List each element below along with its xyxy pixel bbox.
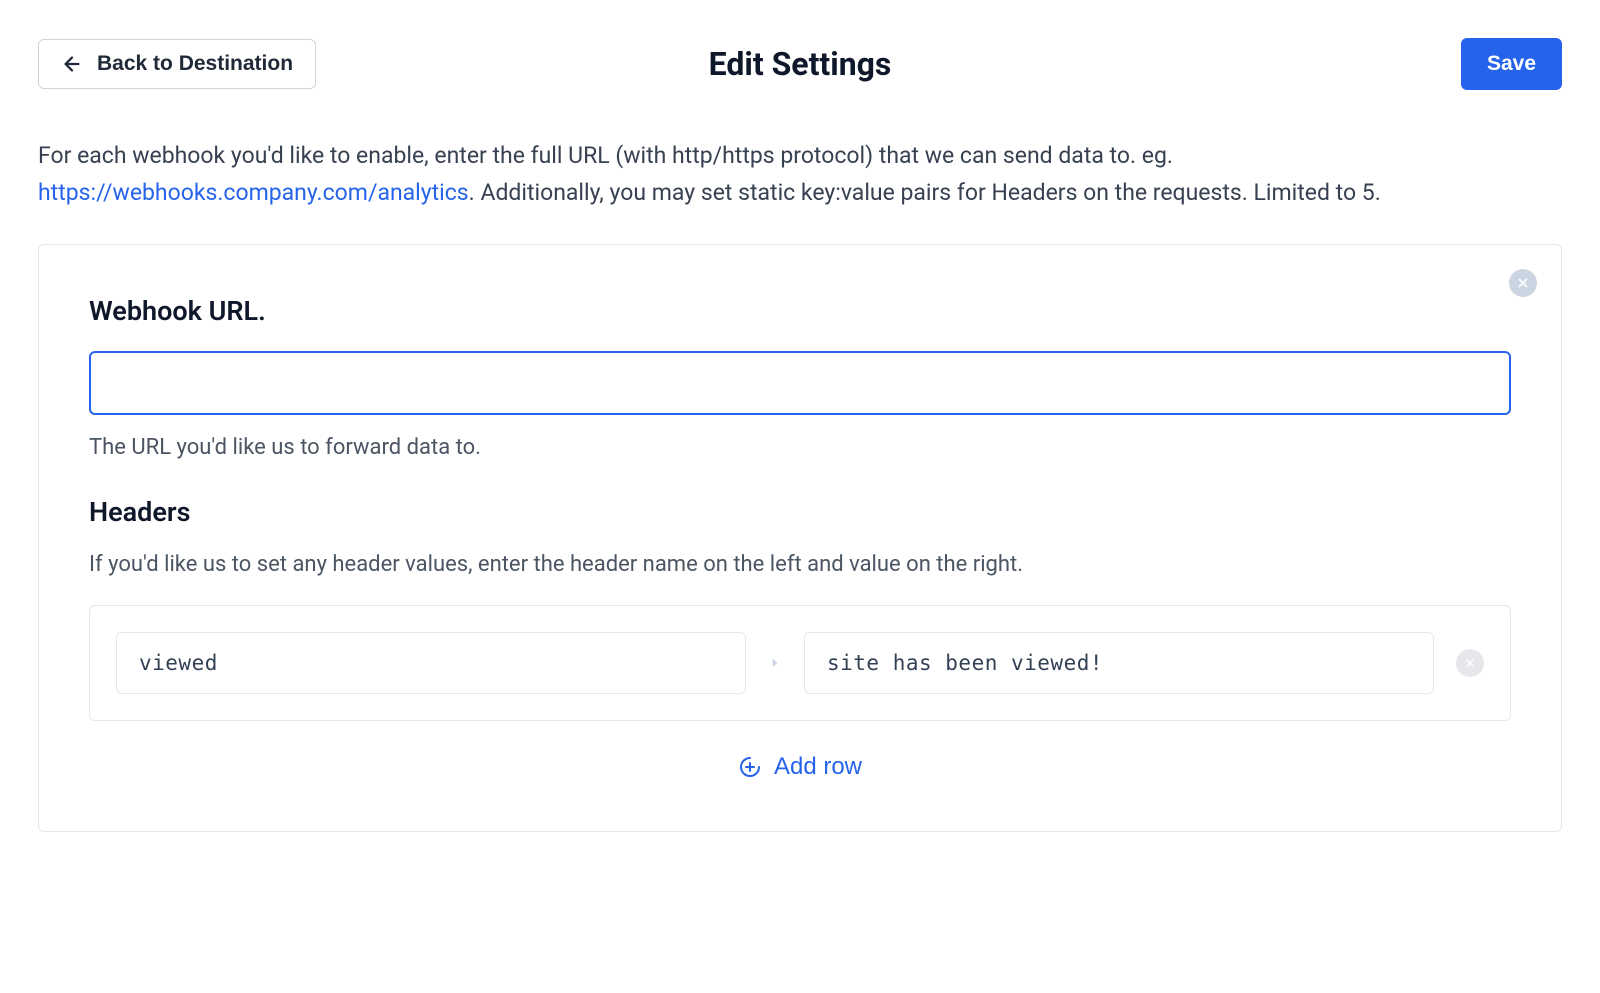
back-button[interactable]: Back to Destination [38, 39, 316, 89]
page-title: Edit Settings [709, 45, 892, 83]
webhook-card: Webhook URL. The URL you'd like us to fo… [38, 244, 1562, 832]
example-url-link[interactable]: https://webhooks.company.com/analytics [38, 179, 469, 206]
save-button[interactable]: Save [1461, 38, 1562, 90]
card-close-button[interactable] [1509, 269, 1537, 297]
close-icon [1464, 657, 1476, 669]
headers-title: Headers [89, 496, 1511, 528]
header-row [89, 605, 1511, 721]
back-button-label: Back to Destination [97, 52, 293, 76]
arrow-right-icon [768, 656, 782, 670]
close-icon [1516, 276, 1530, 290]
row-delete-button[interactable] [1456, 649, 1484, 677]
header-key-input[interactable] [116, 632, 746, 694]
webhook-url-title: Webhook URL. [89, 295, 1511, 327]
add-row-label: Add row [774, 753, 862, 781]
webhook-url-input[interactable] [89, 351, 1511, 415]
top-bar: Back to Destination Edit Settings Save [38, 38, 1562, 90]
description-pre: For each webhook you'd like to enable, e… [38, 142, 1173, 169]
headers-description: If you'd like us to set any header value… [89, 552, 1511, 577]
description-post: . Additionally, you may set static key:v… [469, 179, 1381, 206]
webhook-url-help: The URL you'd like us to forward data to… [89, 435, 1511, 460]
header-value-input[interactable] [804, 632, 1434, 694]
add-row-button[interactable]: Add row [89, 753, 1511, 781]
add-row-icon [738, 755, 762, 779]
description-text: For each webhook you'd like to enable, e… [38, 138, 1562, 212]
arrow-left-icon [61, 53, 83, 75]
